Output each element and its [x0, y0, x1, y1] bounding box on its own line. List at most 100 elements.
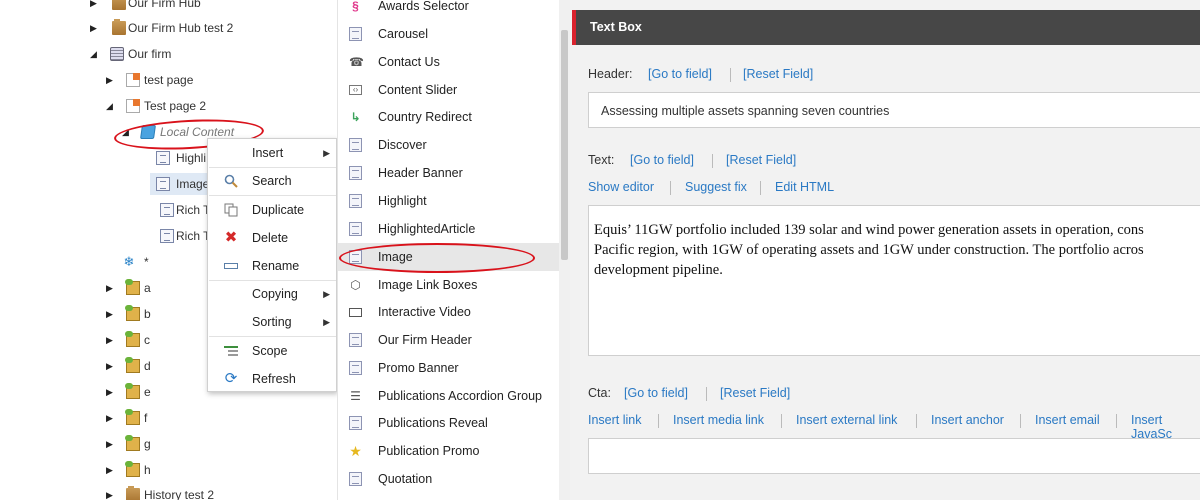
insert-external-link-link[interactable]: Insert external link	[796, 413, 897, 427]
expand-arrow-icon[interactable]: ▶	[106, 381, 116, 403]
expand-arrow-icon[interactable]: ▶	[106, 355, 116, 377]
insert-option-contact-us[interactable]: ☎ Contact Us	[338, 48, 559, 76]
menu-item-label: Duplicate	[252, 203, 305, 217]
expand-arrow-icon[interactable]: ▶	[106, 407, 116, 429]
expand-arrow-icon[interactable]: ▶	[106, 69, 116, 91]
insert-option-label: Image	[378, 250, 413, 264]
insert-option-label: Header Banner	[378, 166, 463, 180]
tree-node-label: b	[144, 307, 151, 321]
template-icon	[349, 416, 362, 430]
menu-item-duplicate[interactable]: Duplicate	[208, 196, 336, 224]
insert-option-header-banner[interactable]: Header Banner	[338, 159, 559, 187]
insert-option-publications-accordion-group[interactable]: ☰ Publications Accordion Group	[338, 382, 559, 410]
tree-node-label: Our firm	[128, 47, 172, 61]
header-go-to-field-link[interactable]: [Go to field]	[648, 67, 712, 81]
refresh-icon: ⟳	[224, 370, 238, 387]
expand-arrow-icon[interactable]: ▶	[106, 329, 116, 351]
insert-option-image-link-boxes[interactable]: ⬡ Image Link Boxes	[338, 271, 559, 299]
expand-arrow-icon[interactable]: ▶	[106, 277, 116, 299]
insert-option-carousel[interactable]: Carousel	[338, 20, 559, 48]
menu-item-sorting[interactable]: Sorting ▶	[208, 308, 336, 336]
box-icon	[125, 461, 140, 477]
menu-item-label: Sorting	[252, 315, 292, 329]
text-field-label: Text:	[588, 153, 615, 167]
template-icon	[349, 250, 362, 264]
insert-anchor-link[interactable]: Insert anchor	[931, 413, 1004, 427]
menu-item-search[interactable]: Search	[208, 167, 336, 195]
collapse-arrow-icon[interactable]: ◢	[90, 43, 100, 65]
link-divider	[706, 387, 707, 401]
tree-node-image[interactable]: Image	[150, 173, 209, 195]
menu-item-refresh[interactable]: ⟳ Refresh	[208, 365, 336, 393]
expand-arrow-icon[interactable]: ▶	[106, 459, 116, 481]
menu-item-label: Insert	[252, 146, 284, 160]
folder-icon	[126, 486, 140, 500]
insert-email-link[interactable]: Insert email	[1035, 413, 1100, 427]
tree-node-label: f	[144, 411, 148, 425]
collapse-arrow-icon[interactable]: ◢	[106, 95, 116, 117]
insert-option-label: Quotation	[378, 472, 433, 486]
field-editor-panel: Text Box Header: [Go to field] [Reset Fi…	[570, 0, 1200, 500]
search-icon	[224, 174, 238, 188]
insert-option-quotation[interactable]: Quotation	[338, 465, 559, 493]
menu-item-rename[interactable]: Rename	[208, 252, 336, 280]
cta-go-to-field-link[interactable]: [Go to field]	[624, 386, 688, 400]
document-icon	[156, 151, 170, 165]
insert-option-discover[interactable]: Discover	[338, 131, 559, 159]
expand-arrow-icon[interactable]: ▶	[106, 303, 116, 325]
edit-html-link[interactable]: Edit HTML	[775, 180, 834, 194]
expand-arrow-icon[interactable]: ▶	[106, 433, 116, 455]
tree-node-label: Our Firm Hub	[128, 0, 201, 10]
header-reset-field-link[interactable]: [Reset Field]	[743, 67, 813, 81]
rename-icon	[224, 259, 238, 273]
insert-option-label: Awards Selector	[378, 0, 469, 13]
box-icon	[125, 279, 140, 295]
insert-option-our-firm-header[interactable]: Our Firm Header	[338, 326, 559, 354]
link-divider	[658, 414, 659, 428]
cta-reset-field-link[interactable]: [Reset Field]	[720, 386, 790, 400]
insert-option-highlighted-article[interactable]: HighlightedArticle	[338, 215, 559, 243]
submenu-arrow-icon: ▶	[323, 148, 330, 158]
document-icon	[160, 203, 174, 217]
tree-node-label: Rich T	[176, 229, 211, 243]
insert-option-country-redirect[interactable]: ↳ Country Redirect	[338, 103, 559, 131]
suggest-fix-link[interactable]: Suggest fix	[685, 180, 747, 194]
insert-option-highlight[interactable]: Highlight	[338, 187, 559, 215]
text-reset-field-link[interactable]: [Reset Field]	[726, 153, 796, 167]
snowflake-icon: ❄	[123, 254, 135, 269]
collapse-arrow-icon[interactable]: ◢	[122, 121, 132, 143]
insert-option-content-slider[interactable]: ‹› Content Slider	[338, 76, 559, 104]
insert-option-label: Our Firm Header	[378, 333, 472, 347]
text-field-richtext[interactable]: Equis’ 11GW portfolio included 139 solar…	[588, 205, 1200, 356]
menu-item-copying[interactable]: Copying ▶	[208, 280, 336, 308]
insert-option-interactive-video[interactable]: Interactive Video	[338, 298, 559, 326]
page-icon	[126, 73, 140, 87]
menu-item-delete[interactable]: ✖ Delete	[208, 224, 336, 252]
insert-option-label: Image Link Boxes	[378, 278, 478, 292]
menu-item-label: Copying	[252, 287, 298, 301]
insert-link-link[interactable]: Insert link	[588, 413, 642, 427]
tree-node-label: Test page 2	[144, 99, 207, 113]
show-editor-link[interactable]: Show editor	[588, 180, 654, 194]
insert-option-image[interactable]: Image	[338, 243, 559, 271]
insert-media-link-link[interactable]: Insert media link	[673, 413, 764, 427]
insert-option-publications-reveal[interactable]: Publications Reveal	[338, 409, 559, 437]
menu-item-scope[interactable]: Scope	[208, 337, 336, 365]
awards-icon: §	[352, 0, 359, 13]
section-header[interactable]: Text Box	[572, 10, 1200, 45]
expand-arrow-icon[interactable]: ▶	[90, 0, 100, 14]
cta-field-input[interactable]	[588, 438, 1200, 474]
insert-option-promo-banner[interactable]: Promo Banner	[338, 354, 559, 382]
text-line: Equis’ 11GW portfolio included 139 solar…	[594, 222, 1144, 238]
tree-node-label: c	[144, 333, 150, 347]
insert-javascript-link[interactable]: Insert JavaSc	[1131, 413, 1200, 441]
text-go-to-field-link[interactable]: [Go to field]	[630, 153, 694, 167]
scrollbar-thumb[interactable]	[561, 30, 568, 260]
expand-arrow-icon[interactable]: ▶	[90, 17, 100, 39]
duplicate-icon	[224, 203, 238, 217]
insert-option-awards-selector[interactable]: § Awards Selector	[338, 0, 559, 20]
expand-arrow-icon[interactable]: ▶	[106, 484, 116, 500]
menu-item-insert[interactable]: Insert ▶	[208, 139, 336, 167]
insert-option-publication-promo[interactable]: ★ Publication Promo	[338, 437, 559, 465]
header-field-input[interactable]: Assessing multiple assets spanning seven…	[588, 92, 1200, 128]
